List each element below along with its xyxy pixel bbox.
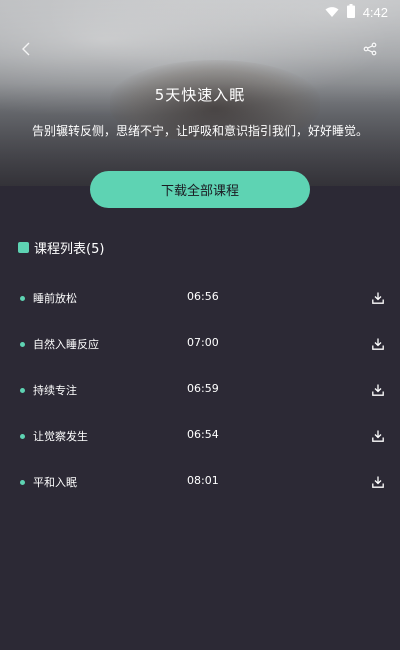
course-list-heading: 课程列表(5) <box>34 242 105 257</box>
course-name: 让觉察发生 <box>33 430 88 443</box>
course-row[interactable]: 平和入眠 08:01 <box>0 460 400 506</box>
battery-icon <box>346 3 355 22</box>
course-row[interactable]: 睡前放松 06:56 <box>0 276 400 322</box>
download-icon[interactable] <box>368 288 388 308</box>
download-all-label: 下载全部课程 <box>160 184 239 199</box>
course-name: 自然入睡反应 <box>33 338 99 351</box>
download-icon[interactable] <box>368 380 388 400</box>
course-name: 平和入眠 <box>33 476 77 489</box>
course-duration: 06:54 <box>187 428 219 441</box>
course-duration: 06:59 <box>187 382 219 395</box>
list-marker-icon <box>18 242 29 253</box>
download-icon[interactable] <box>368 472 388 492</box>
course-name: 持续专注 <box>33 384 77 397</box>
course-name: 睡前放松 <box>33 292 77 305</box>
download-icon[interactable] <box>368 334 388 354</box>
share-icon <box>363 41 377 60</box>
page-description: 告别辗转反侧，思绪不宁，让呼吸和意识指引我们，好好睡觉。 <box>31 124 368 138</box>
course-row[interactable]: 自然入睡反应 07:00 <box>0 322 400 368</box>
bullet-dot-icon <box>20 296 25 301</box>
status-bar: 4:42 <box>0 0 400 24</box>
back-icon <box>21 41 31 60</box>
course-duration: 07:00 <box>187 336 219 349</box>
course-row[interactable]: 让觉察发生 06:54 <box>0 414 400 460</box>
wifi-icon <box>325 3 339 22</box>
course-list-header: 课程列表(5) <box>18 238 104 257</box>
page-title: 5天快速入眠 <box>154 86 246 104</box>
bullet-dot-icon <box>20 434 25 439</box>
download-icon[interactable] <box>368 426 388 446</box>
status-time: 4:42 <box>362 4 388 20</box>
course-duration: 08:01 <box>187 474 219 487</box>
download-all-button[interactable]: 下载全部课程 <box>90 171 310 208</box>
bullet-dot-icon <box>20 480 25 485</box>
share-button[interactable] <box>358 38 382 62</box>
bullet-dot-icon <box>20 342 25 347</box>
back-button[interactable] <box>14 38 38 62</box>
course-row[interactable]: 持续专注 06:59 <box>0 368 400 414</box>
course-duration: 06:56 <box>187 290 219 303</box>
bullet-dot-icon <box>20 388 25 393</box>
